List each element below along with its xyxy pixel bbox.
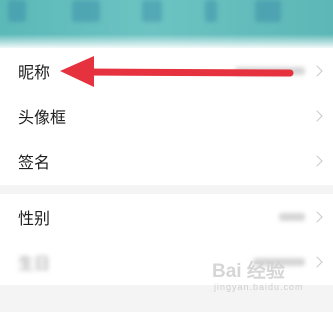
- chevron-right-icon: [311, 154, 323, 167]
- row-label: 头像框: [18, 109, 67, 127]
- profile-header-banner: [0, 0, 333, 48]
- row-label: 签名: [18, 154, 51, 172]
- baidu-jingyan-watermark: Bai 经验 jingyan.baidu.com: [212, 256, 322, 306]
- row-label-blurred: 生日: [18, 255, 51, 273]
- settings-row-gender[interactable]: 性别: [0, 194, 333, 239]
- chevron-right-icon: [311, 109, 323, 122]
- settings-row-avatar-frame[interactable]: 头像框: [0, 93, 333, 138]
- watermark-brand: Bai 经验: [212, 261, 285, 282]
- row-label: 性别: [18, 210, 51, 228]
- chevron-right-icon: [311, 210, 323, 223]
- settings-row-nickname[interactable]: 昵称: [0, 48, 333, 93]
- watermark-url: jingyan.baidu.com: [214, 282, 304, 292]
- row-label: 昵称: [18, 64, 51, 82]
- chevron-right-icon: [311, 64, 323, 77]
- settings-row-signature[interactable]: 签名: [0, 138, 333, 183]
- row-value-blurred: [235, 66, 305, 75]
- profile-settings-group: 昵称 头像框 签名: [0, 48, 333, 185]
- row-value-blurred: [279, 212, 305, 221]
